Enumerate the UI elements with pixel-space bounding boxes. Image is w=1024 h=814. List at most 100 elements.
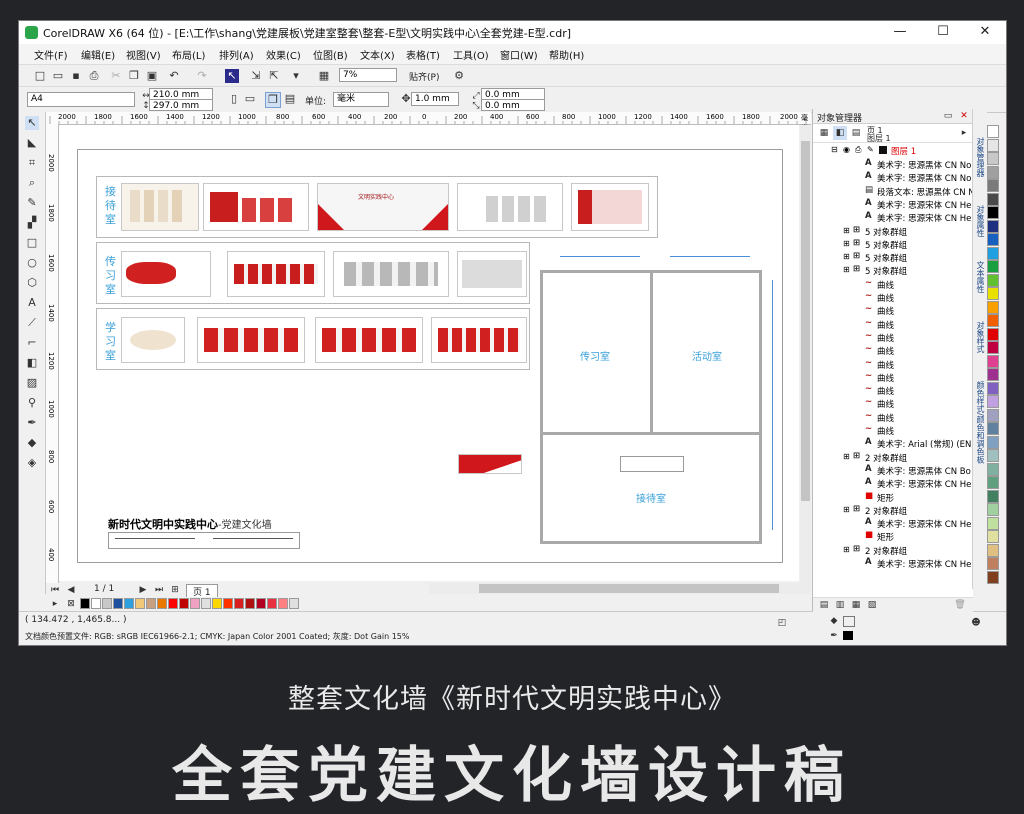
zoom-level-select[interactable]: 7% (339, 68, 397, 82)
tree-item[interactable]: ⊞ ⊞ 5 对象群组 (813, 238, 973, 251)
docker-close-icon[interactable]: ✕ (957, 109, 971, 123)
tree-item[interactable]: ~ 曲线 (813, 291, 973, 304)
chuanxi-panel-3[interactable] (333, 251, 449, 297)
maximize-button[interactable]: ☐ (922, 21, 964, 44)
menu-view[interactable]: 视图(V) (126, 47, 161, 62)
palette-swatch[interactable] (987, 192, 999, 206)
menu-table[interactable]: 表格(T) (406, 47, 440, 62)
tree-layer-root[interactable]: ⊟ ◉ ⎙ ✎ 图层 1 (813, 145, 973, 157)
palette-swatch[interactable] (987, 557, 999, 570)
edit-across-layers-icon[interactable]: ◧ (833, 126, 847, 140)
tree-item[interactable]: ~ 曲线 (813, 331, 973, 344)
palette-swatch[interactable] (201, 598, 211, 609)
document-page[interactable]: 接待室 文明实践中心 传习室 学习室 传习室 活动室 接待室 新时代文明中实践中… (77, 149, 783, 563)
palette-swatch[interactable] (987, 300, 999, 314)
reception-panel-4[interactable] (457, 183, 563, 231)
palette-swatch[interactable] (987, 516, 999, 530)
palette-swatch[interactable] (987, 422, 999, 435)
publish-pdf-icon[interactable]: ▾ (289, 69, 303, 83)
expand-icon[interactable]: ⊞ (843, 252, 850, 261)
palette-swatch[interactable] (987, 260, 999, 273)
reception-banner-panel[interactable]: 文明实践中心 (317, 183, 449, 231)
reception-panel-5[interactable] (571, 183, 649, 231)
palette-swatch[interactable] (987, 503, 999, 516)
palette-swatch[interactable] (987, 368, 999, 381)
current-page-icon[interactable]: ▤ (283, 92, 297, 106)
tree-item[interactable]: ⊞ ⊞ 2 对象群组 (813, 544, 973, 557)
palette-options-icon[interactable]: ▸ (48, 597, 62, 611)
tree-item[interactable]: ~ 曲线 (813, 358, 973, 371)
tree-item[interactable]: A 美术字: 思源黑体 CN No (813, 171, 973, 184)
menu-file[interactable]: 文件(F) (34, 47, 68, 62)
minimize-button[interactable]: — (879, 21, 921, 44)
palette-swatch[interactable] (987, 206, 999, 219)
palette-swatch[interactable] (987, 341, 999, 354)
chuanxi-panel-1[interactable] (121, 251, 211, 297)
eyedropper-tool-icon[interactable]: ⚲ (25, 396, 39, 410)
palette-swatch[interactable] (157, 598, 167, 609)
menu-edit[interactable]: 编辑(E) (81, 47, 115, 62)
options-icon[interactable]: ⚙ (452, 69, 466, 83)
palette-swatch[interactable] (168, 598, 178, 609)
menu-window[interactable]: 窗口(W) (500, 47, 538, 62)
horizontal-ruler[interactable]: 2000 1800 1600 1400 1200 1000 800 600 40… (46, 112, 811, 132)
prev-page-icon[interactable]: ◀ (64, 583, 78, 597)
tree-item[interactable]: ~ 曲线 (813, 278, 973, 291)
paste-icon[interactable]: ▣ (145, 69, 159, 83)
tree-item[interactable]: ■ 矩形 (813, 491, 973, 504)
expand-icon[interactable]: ⊞ (843, 226, 850, 235)
menu-help[interactable]: 帮助(H) (549, 47, 584, 62)
tree-item[interactable]: ~ 曲线 (813, 384, 973, 397)
palette-swatch[interactable] (987, 543, 999, 557)
palette-swatch[interactable] (124, 598, 134, 609)
tree-item[interactable]: ⊞ ⊞ 5 对象群组 (813, 225, 973, 238)
palette-swatch[interactable] (987, 138, 999, 152)
outline-indicator-icon[interactable]: ✒ (827, 629, 841, 643)
palette-swatch[interactable] (987, 462, 999, 476)
tree-item[interactable]: A 美术字: 思源宋体 CN He (813, 211, 973, 224)
copy-icon[interactable]: ❐ (127, 69, 141, 83)
palette-swatch[interactable] (234, 598, 244, 609)
import-icon[interactable]: ⇲ (249, 69, 263, 83)
reception-panel-1[interactable] (121, 183, 199, 231)
palette-swatch[interactable] (987, 233, 999, 246)
expand-icon[interactable]: ⊞ (843, 545, 850, 554)
no-fill-icon[interactable]: ⊠ (64, 597, 78, 611)
page-height-field[interactable]: 297.0 mm (149, 99, 213, 111)
palette-swatch[interactable] (267, 598, 277, 609)
palette-swatch[interactable] (256, 598, 266, 609)
palette-swatch[interactable] (91, 598, 101, 609)
layer-manager-view-icon[interactable]: ▤ (849, 126, 863, 140)
landscape-icon[interactable]: ▭ (243, 92, 257, 106)
expand-icon[interactable]: ⊞ (843, 239, 850, 248)
palette-swatch[interactable] (987, 435, 999, 449)
connector-tool-icon[interactable]: ⌐ (25, 336, 39, 350)
xuexi-panel-4[interactable] (431, 317, 527, 363)
crop-tool-icon[interactable]: ⌗ (25, 156, 39, 170)
learning-wall-row[interactable]: 学习室 (96, 308, 530, 370)
tree-item[interactable]: A 美术字: 思源宋体 CN He (813, 198, 973, 211)
transparency-tool-icon[interactable]: ▨ (25, 376, 39, 390)
floor-plan[interactable]: 传习室 活动室 接待室 (540, 256, 773, 544)
palette-swatch[interactable] (987, 354, 999, 368)
palette-swatch[interactable] (245, 598, 255, 609)
outline-pen-icon[interactable]: ✒ (25, 416, 39, 430)
expand-icon[interactable]: ⊞ (843, 452, 850, 461)
menu-tools[interactable]: 工具(O) (453, 47, 489, 62)
palette-swatch[interactable] (987, 165, 999, 179)
menu-bitmaps[interactable]: 位图(B) (313, 47, 348, 62)
docker-float-icon[interactable]: ▭ (941, 109, 955, 123)
polygon-tool-icon[interactable]: ⬡ (25, 276, 39, 290)
docker-menu-icon[interactable]: ▸ (957, 126, 971, 140)
palette-swatch[interactable] (278, 598, 288, 609)
palette-swatch[interactable] (987, 314, 999, 327)
freehand-tool-icon[interactable]: ✎ (25, 196, 39, 210)
text-tool-icon[interactable]: A (25, 296, 39, 310)
palette-swatch[interactable] (987, 273, 999, 287)
tab-object-manager[interactable]: 对象管理器 (975, 137, 986, 177)
palette-swatch[interactable] (190, 598, 200, 609)
new-master-layer-icon[interactable]: ▥ (833, 598, 847, 612)
xuexi-panel-2[interactable] (197, 317, 305, 363)
expand-icon[interactable]: ⊞ (843, 265, 850, 274)
color-profile-status[interactable]: 文档颜色预置文件: RGB: sRGB IEC61966-2.1; CMYK: … (25, 631, 409, 642)
